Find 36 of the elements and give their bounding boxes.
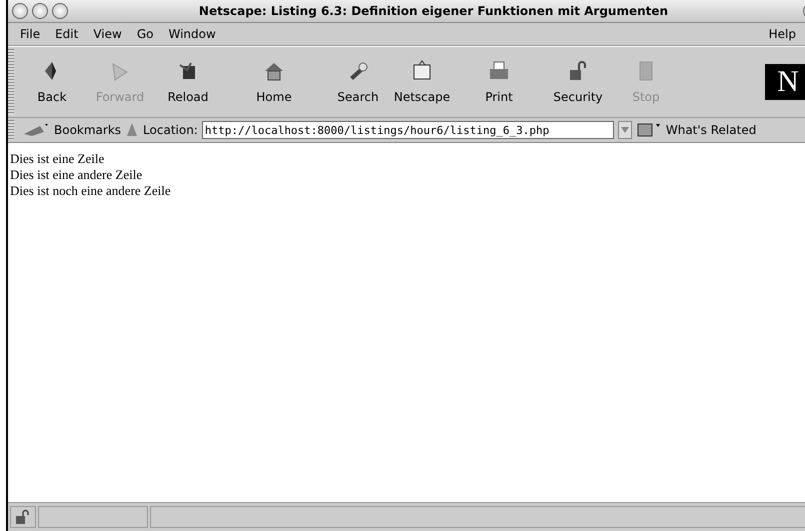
close-button[interactable] bbox=[12, 3, 28, 19]
printer-icon bbox=[488, 60, 510, 82]
bookmark-icon bbox=[22, 122, 50, 138]
menu-item[interactable]: Go bbox=[130, 27, 162, 41]
toolbar-button[interactable]: Security bbox=[544, 52, 612, 112]
text-line: Dies ist noch eine andere Zeile bbox=[10, 183, 172, 199]
menu-item[interactable]: Help bbox=[762, 27, 805, 41]
caret-icon bbox=[620, 126, 629, 134]
toolbar-button[interactable]: Reload bbox=[154, 52, 222, 112]
toolbar-button[interactable]: Back bbox=[18, 52, 86, 112]
whats-related-button[interactable]: What's Related bbox=[666, 123, 756, 137]
toolbar-grip[interactable] bbox=[8, 49, 14, 115]
logo: N bbox=[765, 64, 805, 100]
minimize-button[interactable] bbox=[32, 3, 48, 19]
home-icon bbox=[263, 60, 285, 82]
url-field[interactable]: http://localhost:8000/listings/hour6/listing_6_3.php bbox=[202, 121, 614, 139]
open-padlock-icon bbox=[567, 60, 589, 82]
location-label: Location: bbox=[143, 123, 198, 137]
text-line: Dies ist eine andere Zeile bbox=[10, 167, 144, 183]
menu-item[interactable]: View bbox=[87, 27, 131, 41]
tv-icon bbox=[411, 60, 433, 82]
security-status[interactable] bbox=[10, 506, 36, 528]
toolbar-button[interactable]: Home bbox=[222, 52, 326, 112]
dropdown-button[interactable] bbox=[618, 121, 632, 139]
toolbar-button[interactable]: Print bbox=[454, 52, 544, 112]
bookmarks-button[interactable]: Bookmarks bbox=[54, 123, 122, 137]
menu-item[interactable]: Window bbox=[162, 27, 225, 41]
toolbar-button[interactable]: Search bbox=[326, 52, 390, 112]
toolbar-grip[interactable] bbox=[8, 120, 14, 140]
text-line: Dies ist eine Zeile bbox=[10, 151, 106, 167]
menu-item[interactable]: File bbox=[14, 27, 50, 41]
window-title: Netscape: Listing 6.3: Definition eigener Funktionen mit Argumenten bbox=[198, 4, 670, 18]
open-padlock-icon bbox=[15, 509, 31, 525]
menu-item[interactable]: Edit bbox=[49, 27, 88, 41]
toolbar-button[interactable]: Netscape bbox=[390, 52, 454, 112]
maximize-button[interactable] bbox=[52, 3, 68, 19]
